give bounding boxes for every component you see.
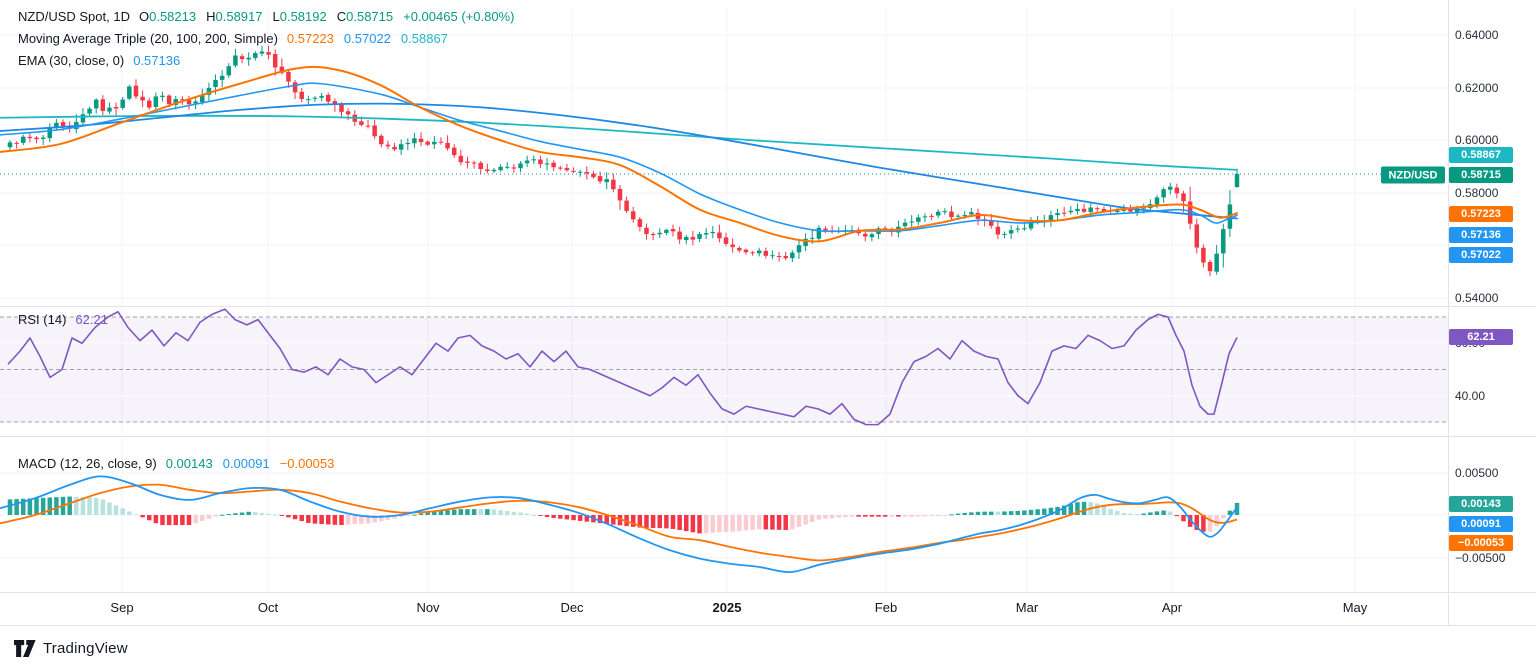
price-axis-label: 0.00500 [1455, 466, 1498, 480]
price-axis-label: 0.64000 [1455, 28, 1498, 42]
sma100-value: 0.57022 [344, 31, 391, 46]
time-axis-label: Sep [110, 600, 133, 615]
main-pane-layer [0, 46, 1381, 277]
time-axis-label: Mar [1016, 600, 1038, 615]
macd-legend-row[interactable]: MACD (12, 26, close, 9) 0.00143 0.00091 … [18, 456, 334, 471]
close-value: C0.58715 [337, 9, 393, 24]
ma-triple-legend-row[interactable]: Moving Average Triple (20, 100, 200, Sim… [18, 31, 448, 46]
symbol-title: NZD/USD Spot, 1D [18, 9, 130, 24]
time-axis-separator [0, 592, 1536, 593]
sma200-value: 0.58867 [401, 31, 448, 46]
price-badge: 0.00143 [1449, 496, 1513, 512]
ma-triple-title: Moving Average Triple (20, 100, 200, Sim… [18, 31, 278, 46]
macd-signal-value: −0.00053 [280, 456, 335, 471]
time-axis-label: May [1343, 600, 1368, 615]
price-axis-label: 40.00 [1455, 389, 1485, 403]
price-badge: 0.58715 [1449, 167, 1513, 183]
time-axis-label: Feb [875, 600, 897, 615]
time-axis-label: Dec [560, 600, 583, 615]
pane-separator-rsi-macd[interactable] [0, 436, 1536, 437]
price-badge: 0.57223 [1449, 206, 1513, 222]
price-axis-label: 0.58000 [1455, 186, 1498, 200]
macd-title: MACD (12, 26, close, 9) [18, 456, 157, 471]
price-axis-label: −0.00500 [1455, 551, 1505, 565]
open-value: O0.58213 [139, 9, 196, 24]
time-axis-label: Oct [258, 600, 278, 615]
macd-line-value: 0.00091 [223, 456, 270, 471]
ema-value: 0.57136 [133, 53, 180, 68]
sma20-value: 0.57223 [287, 31, 334, 46]
price-badge: 0.57136 [1449, 227, 1513, 243]
price-badge: −0.00053 [1449, 535, 1513, 551]
rsi-title: RSI (14) [18, 312, 66, 327]
symbol-price-label: NZD/USD [1381, 167, 1445, 184]
macd-hist-value: 0.00143 [166, 456, 213, 471]
high-value: H0.58917 [206, 9, 262, 24]
time-axis-label: Apr [1162, 600, 1182, 615]
price-axis-label: 0.62000 [1455, 81, 1498, 95]
chart-bottom-border [0, 625, 1536, 626]
chart-root: NZD/USD Spot, 1D O0.58213 H0.58917 L0.58… [0, 0, 1536, 666]
rsi-legend-row[interactable]: RSI (14) 62.21 [18, 312, 108, 327]
change-value: +0.00465 (+0.80%) [403, 9, 514, 24]
tradingview-logo-text: TradingView [43, 640, 128, 657]
symbol-legend-row[interactable]: NZD/USD Spot, 1D O0.58213 H0.58917 L0.58… [18, 9, 514, 24]
tradingview-logo-icon [14, 639, 36, 658]
chart-canvas[interactable] [0, 0, 1536, 666]
ema-title: EMA (30, close, 0) [18, 53, 124, 68]
low-value: L0.58192 [273, 9, 327, 24]
price-axis-label: 0.60000 [1455, 133, 1498, 147]
price-badge: 0.57022 [1449, 247, 1513, 263]
rsi-value: 62.21 [75, 312, 108, 327]
rsi-band-layer [0, 317, 1448, 422]
grid-layer [0, 8, 1448, 592]
price-badge: 62.21 [1449, 329, 1513, 345]
price-badge: 0.00091 [1449, 516, 1513, 532]
time-axis-label: 2025 [713, 600, 742, 615]
footer-brand[interactable]: TradingView [14, 636, 128, 660]
time-axis-label: Nov [416, 600, 439, 615]
price-axis-label: 0.54000 [1455, 291, 1498, 305]
price-badge: 0.58867 [1449, 147, 1513, 163]
ema-legend-row[interactable]: EMA (30, close, 0) 0.57136 [18, 53, 180, 68]
time-axis[interactable] [0, 593, 1536, 626]
pane-separator-main-rsi[interactable] [0, 306, 1536, 307]
